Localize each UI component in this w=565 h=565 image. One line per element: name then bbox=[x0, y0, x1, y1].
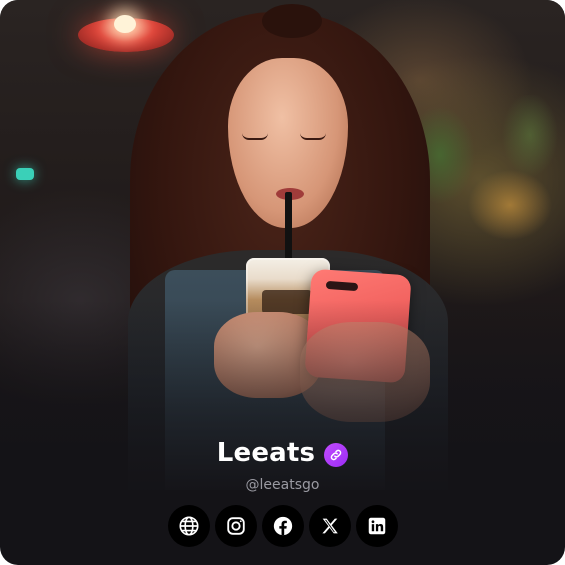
instagram-icon bbox=[226, 517, 245, 535]
person-hair-bun bbox=[262, 4, 322, 38]
person-eye-right bbox=[300, 133, 326, 140]
facebook-button[interactable] bbox=[261, 505, 304, 547]
social-links bbox=[0, 505, 565, 547]
website-button[interactable] bbox=[167, 505, 210, 547]
facebook-icon bbox=[273, 516, 292, 536]
instagram-button[interactable] bbox=[214, 505, 257, 547]
linkedin-icon bbox=[368, 517, 385, 535]
profile-info: Leeats @leeatsgo bbox=[0, 436, 565, 493]
cover-photo bbox=[0, 0, 565, 490]
drink-straw bbox=[285, 192, 292, 267]
linkedin-button[interactable] bbox=[355, 505, 398, 547]
link-icon[interactable] bbox=[324, 443, 349, 467]
name-row: Leeats bbox=[0, 436, 565, 470]
x-icon bbox=[321, 518, 338, 534]
x-button[interactable] bbox=[308, 505, 351, 547]
profile-card: Leeats @leeatsgo bbox=[0, 0, 565, 565]
person-eye-left bbox=[242, 133, 268, 140]
background-light bbox=[16, 168, 34, 180]
profile-name: Leeats bbox=[216, 438, 316, 468]
lamp-bulb bbox=[114, 15, 136, 33]
profile-handle: @leeatsgo bbox=[245, 477, 320, 493]
globe-icon bbox=[178, 516, 199, 536]
